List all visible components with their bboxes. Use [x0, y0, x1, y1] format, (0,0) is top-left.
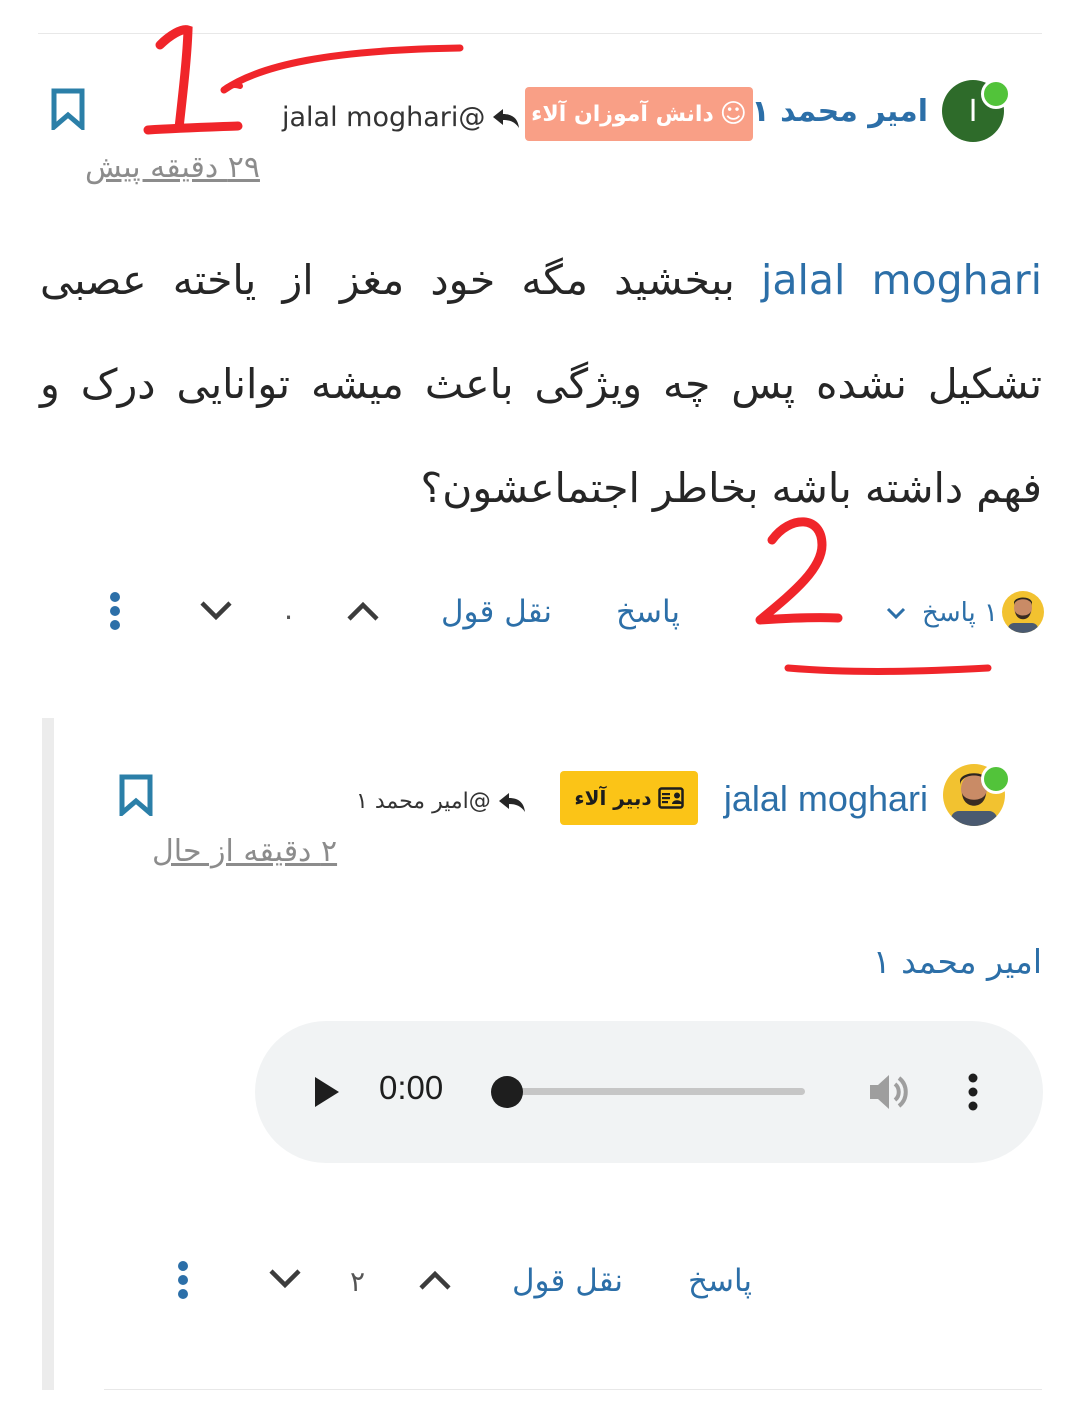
volume-icon[interactable]: [867, 1072, 911, 1112]
face-avatar-image: [1002, 591, 1044, 633]
badge-label: دانش آموزان آلاء: [531, 101, 714, 127]
reply-to-mention[interactable]: @امیر محمد ۱: [356, 789, 527, 814]
reply-arrow-icon: [493, 108, 520, 128]
quote-button[interactable]: نقل قول: [512, 1263, 623, 1299]
annotation-mark-2: [755, 517, 992, 675]
smiley-icon: ☺: [719, 99, 747, 129]
online-status-dot: [981, 79, 1011, 109]
comment-thread: I امیر محمد ۱ ☺ دانش آموزان آلاء jalal m…: [0, 0, 1080, 1428]
reply-to-label: jalal moghari@: [282, 102, 486, 133]
reply-to-label: @امیر محمد ۱: [356, 789, 491, 814]
reply-to-mention[interactable]: jalal moghari@: [282, 102, 521, 133]
replies-count-label: ۱ پاسخ: [922, 598, 998, 628]
downvote-chevron-icon[interactable]: [268, 1268, 302, 1290]
reply-button[interactable]: پاسخ: [616, 594, 680, 630]
body-mention-link[interactable]: jalal moghari: [761, 256, 1042, 304]
audio-progress-thumb[interactable]: [491, 1076, 523, 1108]
chevron-down-icon: [886, 607, 906, 620]
downvote-chevron-icon[interactable]: [199, 600, 233, 622]
reply-body: امیر محمد ۱: [872, 942, 1042, 981]
divider: [104, 1389, 1042, 1390]
replier-avatar[interactable]: [1002, 591, 1044, 633]
play-icon[interactable]: [313, 1075, 341, 1109]
upvote-chevron-icon[interactable]: [418, 1269, 452, 1291]
thread-indent-line: [42, 718, 54, 1390]
red-annotations: [143, 25, 992, 675]
divider: [38, 33, 1042, 34]
vote-count: ۰: [281, 599, 297, 632]
reply-arrow-icon: [498, 792, 525, 812]
bookmark-icon[interactable]: [118, 774, 154, 816]
vote-count: ۲: [350, 1265, 366, 1298]
replies-toggle[interactable]: ۱ پاسخ: [886, 598, 998, 628]
author-name[interactable]: امیر محمد ۱: [751, 94, 928, 129]
audio-more-icon[interactable]: [966, 1073, 980, 1111]
id-card-icon: [657, 787, 684, 809]
upvote-chevron-icon[interactable]: [346, 600, 380, 622]
bookmark-icon[interactable]: [50, 88, 86, 130]
audio-current-time: 0:00: [379, 1069, 444, 1106]
quote-button[interactable]: نقل قول: [441, 594, 552, 630]
reply-author-name[interactable]: jalal moghari: [724, 778, 928, 820]
online-status-dot: [981, 764, 1011, 794]
more-options-icon[interactable]: [176, 1260, 190, 1300]
audio-progress-track[interactable]: [507, 1088, 805, 1095]
more-options-icon[interactable]: [108, 591, 122, 631]
badge-label: دبیر آلاء: [574, 786, 652, 810]
audio-player: 0:00: [255, 1021, 1043, 1163]
reply-button[interactable]: پاسخ: [688, 1263, 752, 1299]
post-body: jalal moghari ببخشید مگه خود مغز از یاخت…: [40, 228, 1042, 540]
avatar-letter: I: [968, 93, 978, 129]
student-badge: ☺ دانش آموزان آلاء: [525, 87, 753, 141]
reply-timestamp[interactable]: ۲ دقیقه از حال: [152, 834, 337, 869]
post-timestamp[interactable]: ۲۹ دقیقه پیش: [85, 150, 260, 185]
teacher-badge: دبیر آلاء: [560, 771, 698, 825]
